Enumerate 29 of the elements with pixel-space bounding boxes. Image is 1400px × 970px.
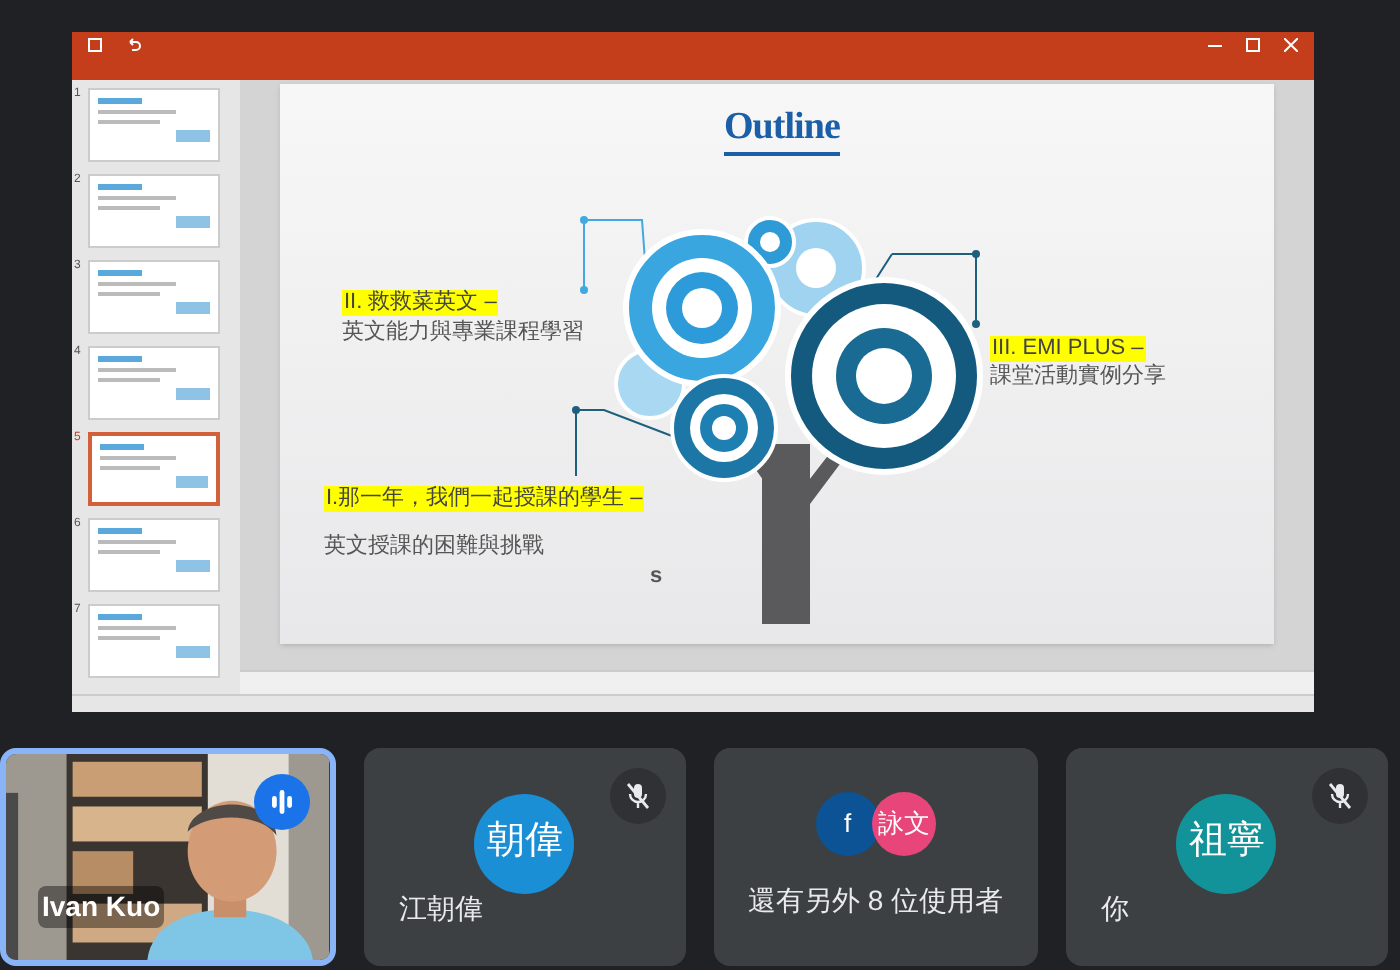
- participant-name: 你: [1101, 890, 1129, 928]
- slide-thumbnail[interactable]: [88, 432, 220, 506]
- undo-icon[interactable]: [126, 38, 142, 52]
- maximize-icon[interactable]: [1246, 38, 1260, 52]
- participant-name: Ivan Kuo: [38, 886, 165, 928]
- leader-line: [580, 216, 647, 294]
- avatar: f: [815, 792, 880, 856]
- slide-text: 英文能力與專業課程學習: [342, 320, 584, 346]
- avatar: 祖寧: [1176, 793, 1277, 893]
- leader-line: [572, 406, 673, 477]
- slide-title: Outline: [724, 108, 840, 156]
- avatar: 朝偉: [474, 793, 575, 893]
- close-icon[interactable]: [1284, 38, 1298, 52]
- slide-thumbnail[interactable]: [88, 346, 220, 420]
- slide-thumbnail[interactable]: [88, 518, 220, 592]
- slide-thumbnail[interactable]: [88, 604, 220, 678]
- participant-count: 還有另外 8 位使用者: [745, 882, 1006, 920]
- highlighted-heading: II. 救救菜英文 –: [342, 290, 499, 316]
- slide-text: s: [650, 564, 663, 590]
- slide-thumbnail[interactable]: [88, 88, 220, 162]
- slide-text: 課堂活動實例分享: [990, 364, 1166, 390]
- save-icon[interactable]: [88, 38, 102, 52]
- participant-name: 江朝偉: [399, 890, 483, 928]
- highlighted-heading: III. EMI PLUS –: [990, 336, 1146, 362]
- slide-thumbnail[interactable]: [88, 260, 220, 334]
- slide-thumbnail[interactable]: [88, 174, 220, 248]
- highlighted-heading: I.那一年，我們一起授課的學生 –: [324, 486, 645, 512]
- avatar: 詠文: [871, 792, 936, 856]
- slide-text: 英文授課的困難與挑戰: [324, 534, 544, 560]
